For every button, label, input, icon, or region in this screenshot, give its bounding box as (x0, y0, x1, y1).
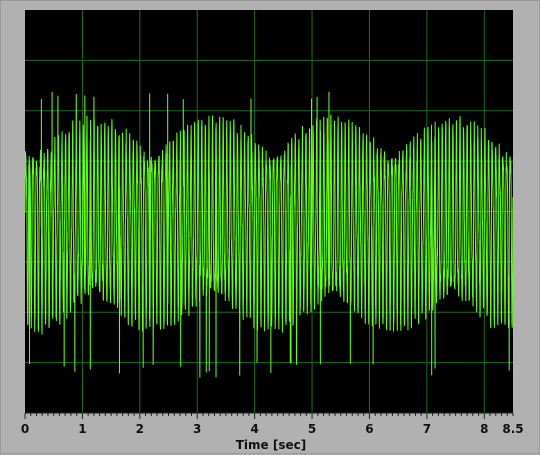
x-tick-label: 2 (136, 422, 144, 436)
x-tick-label: 0 (21, 422, 29, 436)
x-tick-label: 6 (365, 422, 373, 436)
x-tick-label: 8.5 (502, 422, 523, 436)
x-axis-ticks (24, 412, 514, 419)
chart-panel: 0 1 2 3 4 5 6 7 8 8.5 Time [sec] (0, 0, 540, 454)
waveform-chart: 0 1 2 3 4 5 6 7 8 8.5 Time [sec] (21, 10, 524, 452)
x-tick-label: 5 (308, 422, 316, 436)
x-axis-tick-labels: 0 1 2 3 4 5 6 7 8 8.5 (21, 422, 524, 436)
x-tick-label: 7 (423, 422, 431, 436)
x-tick-label: 1 (78, 422, 86, 436)
x-tick-label: 4 (250, 422, 258, 436)
x-axis-title: Time [sec] (236, 438, 306, 452)
x-tick-label: 8 (480, 422, 488, 436)
x-tick-label: 3 (193, 422, 201, 436)
